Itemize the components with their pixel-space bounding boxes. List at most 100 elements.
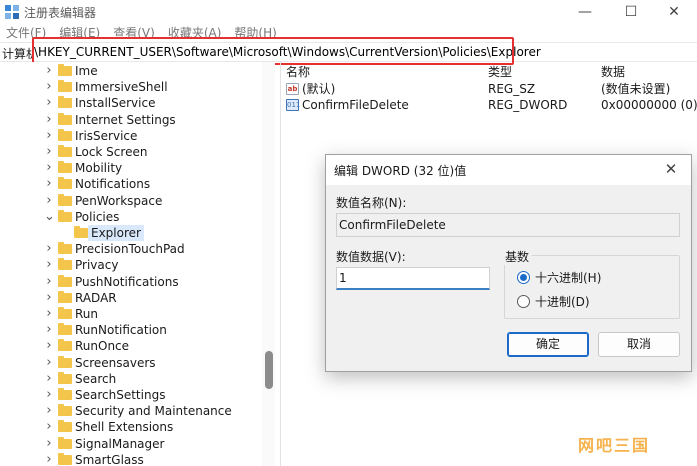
value-row[interactable]: ab (默认) REG_SZ (数值未设置) xyxy=(284,81,697,97)
folder-icon xyxy=(58,404,72,417)
folder-icon xyxy=(58,161,72,174)
tree-item-label: SearchSettings xyxy=(75,388,166,402)
tree-item[interactable]: › Shell Extensions xyxy=(0,419,262,435)
address-bar[interactable]: 计算机 \HKEY_CURRENT_USER\Software\Microsof… xyxy=(0,42,697,62)
chevron-right-icon[interactable]: › xyxy=(44,64,54,77)
tree-item-label: Shell Extensions xyxy=(75,420,174,435)
tree-item[interactable]: Explorer xyxy=(0,225,262,241)
column-header-type[interactable]: 类型 xyxy=(488,63,512,79)
minimize-button[interactable]: — xyxy=(562,0,608,24)
tree-item-label: Policies xyxy=(75,209,120,224)
chevron-right-icon[interactable]: › xyxy=(44,96,54,109)
value-data-input[interactable]: 1 xyxy=(336,267,490,290)
tree-item[interactable]: › PrecisionTouchPad xyxy=(0,241,262,257)
chevron-right-icon[interactable]: › xyxy=(44,437,54,450)
chevron-right-icon[interactable]: › xyxy=(44,339,54,352)
menu-help[interactable]: 帮助(H) xyxy=(228,24,283,42)
menu-file[interactable]: 文件(F) xyxy=(0,24,53,42)
chevron-down-icon[interactable]: ⌄ xyxy=(44,210,55,223)
tree-item-label: Lock Screen xyxy=(75,145,148,159)
address-path[interactable]: \HKEY_CURRENT_USER\Software\Microsoft\Wi… xyxy=(34,45,541,59)
close-button[interactable]: ✕ xyxy=(651,0,697,24)
ok-button[interactable]: 确定 xyxy=(507,332,589,357)
folder-icon xyxy=(58,355,72,368)
tree-item[interactable]: › RunOnce xyxy=(0,338,262,354)
chevron-right-icon[interactable]: › xyxy=(44,80,54,93)
column-header-data[interactable]: 数据 xyxy=(601,63,625,79)
menu-favorites[interactable]: 收藏夹(A) xyxy=(162,24,229,42)
chevron-right-icon[interactable]: › xyxy=(44,323,54,336)
folder-icon xyxy=(58,128,72,141)
tree-scrollbar[interactable] xyxy=(262,62,275,466)
folder-icon xyxy=(58,388,72,400)
value-name-label: 数值名称(N): xyxy=(336,196,407,210)
chevron-right-icon[interactable]: › xyxy=(44,113,54,126)
folder-icon xyxy=(58,420,72,433)
folder-icon xyxy=(74,226,88,238)
menu-view[interactable]: 查看(V) xyxy=(107,24,162,42)
menu-edit[interactable]: 编辑(E) xyxy=(53,24,107,42)
folder-icon xyxy=(58,307,72,319)
tree-item[interactable]: › SignalManager xyxy=(0,436,262,452)
tree-item-label: Run xyxy=(75,307,99,321)
chevron-right-icon[interactable]: › xyxy=(44,177,54,190)
key-tree: › Ime › ImmersiveShell › InstallService › Inter… xyxy=(0,62,275,466)
tree-item[interactable]: › Ime xyxy=(0,63,262,79)
chevron-right-icon[interactable]: › xyxy=(44,404,54,417)
chevron-right-icon[interactable]: › xyxy=(44,356,54,369)
chevron-right-icon[interactable]: › xyxy=(44,275,54,288)
tree-item[interactable]: ⌄ Policies xyxy=(0,209,262,225)
tree-item[interactable]: › Lock Screen xyxy=(0,144,262,160)
folder-icon xyxy=(58,193,72,206)
column-header-name[interactable]: 名称 xyxy=(286,63,310,79)
dword-value-icon: 011 xyxy=(286,99,301,111)
tree-item[interactable]: › Screensavers xyxy=(0,355,262,371)
tree-item[interactable]: › Run xyxy=(0,306,262,322)
value-name: (默认) xyxy=(302,82,336,96)
chevron-right-icon[interactable]: › xyxy=(44,291,54,304)
value-data-label: 数值数据(V): xyxy=(336,250,406,264)
tree-item[interactable]: › SmartGlass xyxy=(0,452,262,466)
tree-item[interactable]: › RADAR xyxy=(0,290,262,306)
chevron-right-icon[interactable]: › xyxy=(44,242,54,255)
tree-item[interactable]: › RunNotification xyxy=(0,322,262,338)
tree-item[interactable]: › PushNotifications xyxy=(0,274,262,290)
chevron-right-icon[interactable]: › xyxy=(44,420,54,433)
tree-item[interactable]: › Search xyxy=(0,371,262,387)
radio-decimal-label: 十进制(D) xyxy=(535,295,590,309)
folder-icon xyxy=(58,80,72,93)
chevron-right-icon[interactable]: › xyxy=(44,161,54,174)
chevron-right-icon[interactable]: › xyxy=(44,372,54,385)
tree-item[interactable]: › Notifications xyxy=(0,176,262,192)
tree-item-label: SmartGlass xyxy=(75,452,144,466)
chevron-right-icon[interactable]: › xyxy=(44,258,54,271)
radio-unchecked-icon[interactable] xyxy=(517,295,530,308)
folder-icon xyxy=(58,436,72,449)
tree-item[interactable]: › InstallService xyxy=(0,95,262,111)
chevron-right-icon[interactable]: › xyxy=(44,453,54,466)
chevron-right-icon[interactable]: › xyxy=(44,145,54,158)
cancel-button[interactable]: 取消 xyxy=(598,332,680,357)
chevron-right-icon[interactable]: › xyxy=(44,307,54,320)
tree-item[interactable]: › Mobility xyxy=(0,160,262,176)
tree-item[interactable]: › PenWorkspace xyxy=(0,193,262,209)
tree-item-label: RunNotification xyxy=(75,323,167,338)
tree-item[interactable]: › IrisService xyxy=(0,128,262,144)
chevron-right-icon[interactable]: › xyxy=(44,129,54,142)
tree-scrollbar-thumb[interactable] xyxy=(265,351,273,389)
tree-item[interactable]: › Security and Maintenance xyxy=(0,403,262,419)
value-name-field[interactable]: ConfirmFileDelete xyxy=(336,213,680,237)
chevron-right-icon[interactable]: › xyxy=(44,194,54,207)
folder-icon xyxy=(58,112,72,125)
tree-item[interactable]: › ImmersiveShell xyxy=(0,79,262,95)
tree-item[interactable]: › Internet Settings xyxy=(0,112,262,128)
value-type: REG_DWORD xyxy=(488,98,568,112)
pane-splitter[interactable] xyxy=(280,62,281,466)
radio-checked-icon[interactable] xyxy=(517,271,530,284)
maximize-button[interactable]: ☐ xyxy=(608,0,654,24)
chevron-right-icon[interactable]: › xyxy=(44,388,54,401)
value-row[interactable]: 011 ConfirmFileDelete REG_DWORD 0x000000… xyxy=(284,97,697,113)
tree-item[interactable]: › Privacy xyxy=(0,257,262,273)
tree-item[interactable]: › SearchSettings xyxy=(0,387,262,403)
dialog-close-button[interactable]: ✕ xyxy=(659,157,683,181)
